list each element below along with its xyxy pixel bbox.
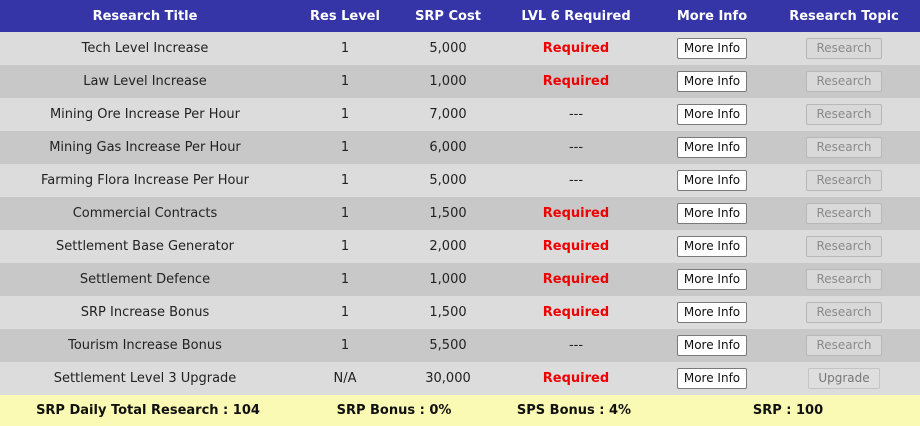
lvl6-required-status: Required — [542, 41, 610, 56]
srp-bonus: SRP Bonus : 0% — [336, 403, 452, 418]
lvl6-required-status: --- — [568, 338, 584, 353]
table-row: Mining Gas Increase Per Hour 1 6,000 --- Mor… — [0, 131, 920, 164]
more-info-button[interactable]: More Info — [676, 335, 748, 356]
research-level: 1 — [340, 107, 350, 122]
research-button[interactable]: Research — [806, 137, 882, 158]
more-info-button[interactable]: More Info — [676, 203, 748, 224]
srp-cost: 5,500 — [429, 338, 467, 353]
research-title: Tourism Increase Bonus — [68, 338, 222, 353]
research-level: 1 — [340, 305, 350, 320]
srp-cost: 1,500 — [429, 305, 467, 320]
sps-bonus: SPS Bonus : 4% — [516, 403, 632, 418]
srp-cost: 7,000 — [429, 107, 467, 122]
research-level: 1 — [340, 140, 350, 155]
more-info-button[interactable]: More Info — [676, 38, 748, 59]
research-title: Settlement Defence — [79, 272, 211, 287]
research-level: 1 — [340, 239, 350, 254]
research-level: 1 — [340, 338, 350, 353]
more-info-button[interactable]: More Info — [676, 269, 748, 290]
more-info-button[interactable]: More Info — [676, 170, 748, 191]
research-button[interactable]: Research — [806, 335, 882, 356]
table-row: Settlement Defence 1 1,000 Required More Inf… — [0, 263, 920, 296]
srp-cost: 1,500 — [429, 206, 467, 221]
research-button[interactable]: Research — [806, 170, 882, 191]
research-table: Research Title Res Level SRP Cost LVL 6 … — [0, 0, 920, 426]
lvl6-required-status: --- — [568, 107, 584, 122]
table-row: Tourism Increase Bonus 1 5,500 --- More Info… — [0, 329, 920, 362]
lvl6-required-status: Required — [542, 272, 610, 287]
research-title: Settlement Level 3 Upgrade — [53, 371, 237, 386]
research-level: 1 — [340, 173, 350, 188]
srp-cost: 1,000 — [429, 74, 467, 89]
research-title: Mining Gas Increase Per Hour — [49, 140, 241, 155]
srp-cost: 2,000 — [429, 239, 467, 254]
research-title: SRP Increase Bonus — [80, 305, 210, 320]
research-title: Mining Ore Increase Per Hour — [49, 107, 241, 122]
summary-footer: SRP Daily Total Research : 104 SRP Bonus… — [0, 395, 920, 426]
header-research-topic: Research Topic — [789, 8, 899, 24]
research-title: Law Level Increase — [83, 74, 207, 89]
research-title: Tech Level Increase — [81, 41, 209, 56]
lvl6-required-status: Required — [542, 74, 610, 89]
table-row: Mining Ore Increase Per Hour 1 7,000 --- Mor… — [0, 98, 920, 131]
srp-daily-total: SRP Daily Total Research : 104 — [36, 403, 260, 418]
research-level: N/A — [333, 371, 357, 386]
lvl6-required-status: --- — [568, 173, 584, 188]
research-button[interactable]: Research — [806, 269, 882, 290]
research-button[interactable]: Research — [806, 104, 882, 125]
header-res-level: Res Level — [310, 8, 380, 24]
research-level: 1 — [340, 206, 350, 221]
header-lvl6-required: LVL 6 Required — [521, 8, 631, 24]
research-button[interactable]: Research — [806, 236, 882, 257]
srp-total: SRP : 100 — [752, 403, 824, 418]
research-button[interactable]: Research — [806, 302, 882, 323]
more-info-button[interactable]: More Info — [676, 368, 748, 389]
table-row: Farming Flora Increase Per Hour 1 5,000 ---… — [0, 164, 920, 197]
lvl6-required-status: Required — [542, 239, 610, 254]
research-title: Farming Flora Increase Per Hour — [40, 173, 250, 188]
header-more-info: More Info — [676, 8, 748, 24]
more-info-button[interactable]: More Info — [676, 137, 748, 158]
srp-cost: 30,000 — [425, 371, 471, 386]
srp-cost: 1,000 — [429, 272, 467, 287]
table-row: Commercial Contracts 1 1,500 Required More I… — [0, 197, 920, 230]
more-info-button[interactable]: More Info — [676, 104, 748, 125]
table-header: Research Title Res Level SRP Cost LVL 6 … — [0, 0, 920, 32]
table-row: Tech Level Increase 1 5,000 Required More In… — [0, 32, 920, 65]
srp-cost: 6,000 — [429, 140, 467, 155]
research-level: 1 — [340, 272, 350, 287]
research-title: Commercial Contracts — [72, 206, 218, 221]
research-title: Settlement Base Generator — [56, 239, 234, 254]
table-row: Settlement Level 3 Upgrade N/A 30,000 Requi… — [0, 362, 920, 395]
research-level: 1 — [340, 74, 350, 89]
lvl6-required-status: Required — [542, 305, 610, 320]
table-row: SRP Increase Bonus 1 1,500 Required More Inf… — [0, 296, 920, 329]
more-info-button[interactable]: More Info — [676, 71, 748, 92]
header-research-title: Research Title — [92, 8, 198, 24]
research-button[interactable]: Research — [806, 203, 882, 224]
srp-cost: 5,000 — [429, 41, 467, 56]
research-level: 1 — [340, 41, 350, 56]
table-row: Law Level Increase 1 1,000 Required More Inf… — [0, 65, 920, 98]
research-button[interactable]: Research — [806, 71, 882, 92]
srp-cost: 5,000 — [429, 173, 467, 188]
table-row: Settlement Base Generator 1 2,000 Required M… — [0, 230, 920, 263]
more-info-button[interactable]: More Info — [676, 236, 748, 257]
lvl6-required-status: Required — [542, 371, 610, 386]
lvl6-required-status: --- — [568, 140, 584, 155]
table-body: Tech Level Increase 1 5,000 Required More In… — [0, 32, 920, 395]
more-info-button[interactable]: More Info — [676, 302, 748, 323]
upgrade-button[interactable]: Upgrade — [808, 368, 880, 389]
header-srp-cost: SRP Cost — [415, 8, 481, 24]
research-button[interactable]: Research — [806, 38, 882, 59]
lvl6-required-status: Required — [542, 206, 610, 221]
